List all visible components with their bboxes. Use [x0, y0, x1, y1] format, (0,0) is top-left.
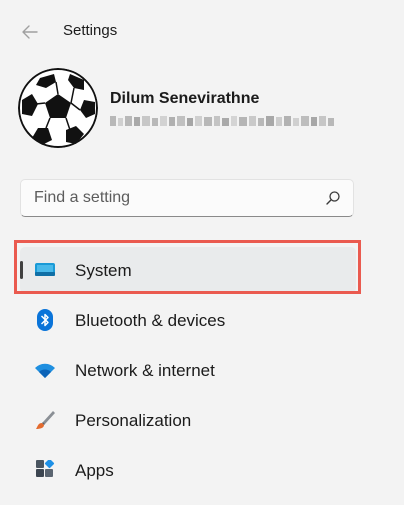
sidebar-item-personalization[interactable]: Personalization: [20, 397, 356, 443]
avatar[interactable]: [18, 68, 98, 148]
back-arrow-icon: [22, 25, 38, 39]
sidebar-item-network[interactable]: Network & internet: [20, 347, 356, 393]
paintbrush-icon: [34, 410, 56, 430]
sidebar-item-label: Personalization: [75, 411, 192, 430]
sidebar-item-bluetooth[interactable]: Bluetooth & devices: [20, 297, 356, 343]
back-button[interactable]: [14, 18, 46, 46]
sidebar-item-label: Bluetooth & devices: [75, 311, 226, 330]
wifi-icon: [34, 360, 56, 380]
search-box[interactable]: [20, 179, 354, 217]
bluetooth-icon: [34, 309, 56, 331]
search-icon[interactable]: [325, 190, 341, 206]
user-profile: Dilum Senevirathne: [0, 62, 404, 162]
system-monitor-icon: [34, 260, 56, 280]
sidebar-item-system[interactable]: System: [20, 247, 356, 293]
user-name: Dilum Senevirathne: [110, 90, 260, 107]
title-bar: Settings: [0, 0, 404, 62]
apps-icon: [34, 460, 56, 480]
sidebar-item-label: System: [75, 261, 132, 280]
active-indicator: [20, 261, 23, 279]
search-input[interactable]: [21, 180, 311, 216]
soccer-ball-avatar: [18, 68, 98, 148]
sidebar-item-apps[interactable]: Apps: [20, 447, 356, 493]
sidebar-item-label: Apps: [75, 461, 114, 480]
window-title: Settings: [63, 22, 118, 39]
sidebar-item-label: Network & internet: [75, 361, 215, 380]
email-redacted: [110, 116, 334, 126]
